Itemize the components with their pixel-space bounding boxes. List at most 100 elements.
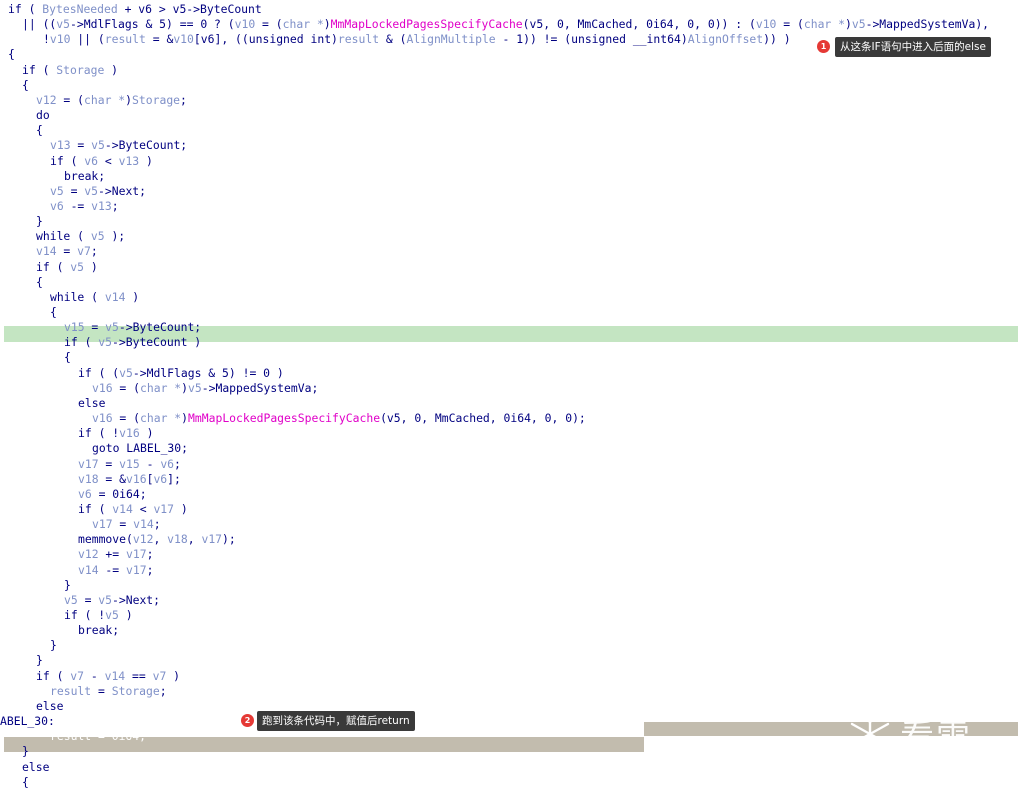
code-token: ->MappedSystemVa), xyxy=(865,17,990,32)
code-token: ) xyxy=(845,17,852,32)
code-token: || ( xyxy=(70,32,105,47)
code-token: , xyxy=(187,532,202,547)
code-token: v12 xyxy=(36,92,57,107)
code-token: if ( ! xyxy=(64,608,106,622)
code-token: v14 xyxy=(104,289,126,304)
code-line: if ( v6 < v13 ) xyxy=(0,154,1018,169)
code-token: ->MdlFlags & 5) != 0 ) xyxy=(132,365,284,380)
code-token: result xyxy=(337,32,380,47)
code-token: = ( xyxy=(255,17,283,32)
code-token: (v5, 0, MmCached, 0i64, 0, 0)) : ( xyxy=(522,17,756,32)
code-token: v5 xyxy=(851,17,866,32)
code-line: { xyxy=(0,305,1018,320)
code-token: v5 xyxy=(98,592,113,607)
code-token: break; xyxy=(78,623,120,638)
code-line: else xyxy=(0,396,1018,411)
code-line: if ( !v5 ) xyxy=(0,608,1018,623)
code-token: ->MappedSystemVa; xyxy=(201,380,319,395)
code-token: v14 xyxy=(36,244,57,259)
code-token: ; xyxy=(174,456,181,471)
code-token: { xyxy=(22,774,29,789)
code-token: = xyxy=(84,320,106,335)
code-token: ) xyxy=(118,608,133,622)
code-token: v5 xyxy=(188,380,202,395)
code-token: v6 xyxy=(78,486,92,501)
code-token: ->ByteCount; xyxy=(104,138,188,153)
code-line: memmove(v12, v18, v17); xyxy=(0,532,1018,547)
code-token: v5 xyxy=(70,259,85,274)
code-token: if ( xyxy=(8,2,43,16)
code-token: if ( xyxy=(36,259,71,274)
code-token: v10 xyxy=(173,32,194,47)
code-token: v17 xyxy=(92,517,113,532)
code-line: if ( BytesNeeded + v6 > v5->ByteCount xyxy=(0,2,1018,17)
annotation-callout-1: 从这条IF语句中进入后面的else xyxy=(835,37,991,57)
code-token: v10 xyxy=(234,17,256,32)
code-token: v16 xyxy=(92,411,113,426)
code-token: -= xyxy=(98,562,127,577)
code-token: } xyxy=(64,577,71,592)
code-token: ; xyxy=(146,562,154,577)
code-token: ; xyxy=(153,517,161,532)
code-token: if ( xyxy=(22,62,57,77)
code-token: v6 xyxy=(153,471,168,486)
snowflake-icon xyxy=(850,712,890,756)
code-line: v6 -= v13; xyxy=(0,199,1018,214)
code-token: char * xyxy=(84,92,126,107)
code-token: = xyxy=(77,592,99,607)
code-token: v10 xyxy=(755,17,777,32)
code-token: = & xyxy=(145,32,174,47)
code-token: v5 xyxy=(91,138,105,153)
code-token: char * xyxy=(803,17,846,32)
code-token: [v6], ((unsigned int) xyxy=(193,32,338,47)
code-token: } xyxy=(50,638,57,653)
code-token: v13 xyxy=(91,198,112,213)
code-line: else xyxy=(0,760,1018,775)
code-line: } xyxy=(0,214,1018,229)
code-token: result xyxy=(50,683,92,698)
code-token: - xyxy=(84,668,105,683)
code-token: else xyxy=(22,759,50,774)
code-line: if ( v14 < v17 ) xyxy=(0,502,1018,517)
code-token: v13 xyxy=(118,153,140,168)
code-line: v5 = v5->Next; xyxy=(0,184,1018,199)
code-token: { xyxy=(36,274,43,289)
code-token: v14 xyxy=(78,562,99,577)
code-line: { xyxy=(0,350,1018,365)
code-token: == xyxy=(125,668,153,683)
code-line: v16 = (char *)v5->MappedSystemVa; xyxy=(0,381,1018,396)
code-token: ; xyxy=(111,198,119,213)
code-token: v7 xyxy=(77,244,91,259)
code-token: v18 xyxy=(78,471,99,486)
code-token: ) xyxy=(125,289,140,304)
code-token: if ( xyxy=(36,668,71,683)
code-token: )) ) xyxy=(763,32,791,47)
code-token: - 1)) != (unsigned __int64) xyxy=(495,32,688,47)
code-line: { xyxy=(0,775,1018,790)
code-token: v16 xyxy=(92,380,113,395)
code-token: v5 xyxy=(84,183,99,198)
code-token: v5 xyxy=(56,17,71,32)
code-token: , xyxy=(153,532,168,547)
code-line: while ( v5 ); xyxy=(0,229,1018,244)
code-token: char * xyxy=(282,17,324,32)
code-line: v17 = v14; xyxy=(0,517,1018,532)
code-line: do xyxy=(0,108,1018,123)
code-token: ) xyxy=(125,92,133,107)
code-token: break; xyxy=(64,168,106,183)
code-editor[interactable]: if ( BytesNeeded + v6 > v5->ByteCount || … xyxy=(0,0,1018,790)
code-token: char * xyxy=(140,411,182,426)
code-token: { xyxy=(64,350,71,365)
code-token: ); xyxy=(104,229,126,244)
code-line: v6 = 0i64; xyxy=(0,487,1018,502)
code-token: MmMapLockedPagesSpecifyCache xyxy=(330,17,523,32)
code-token: v6 xyxy=(50,198,64,213)
code-token: = ( xyxy=(56,92,85,107)
code-token: Storage xyxy=(111,683,160,698)
code-line: result = Storage; xyxy=(0,684,1018,699)
code-line: break; xyxy=(0,623,1018,638)
code-token: do xyxy=(36,108,50,123)
code-token: v16 xyxy=(119,426,140,441)
code-token: result = 0i64; xyxy=(50,729,147,744)
code-token: v5 xyxy=(90,229,105,244)
